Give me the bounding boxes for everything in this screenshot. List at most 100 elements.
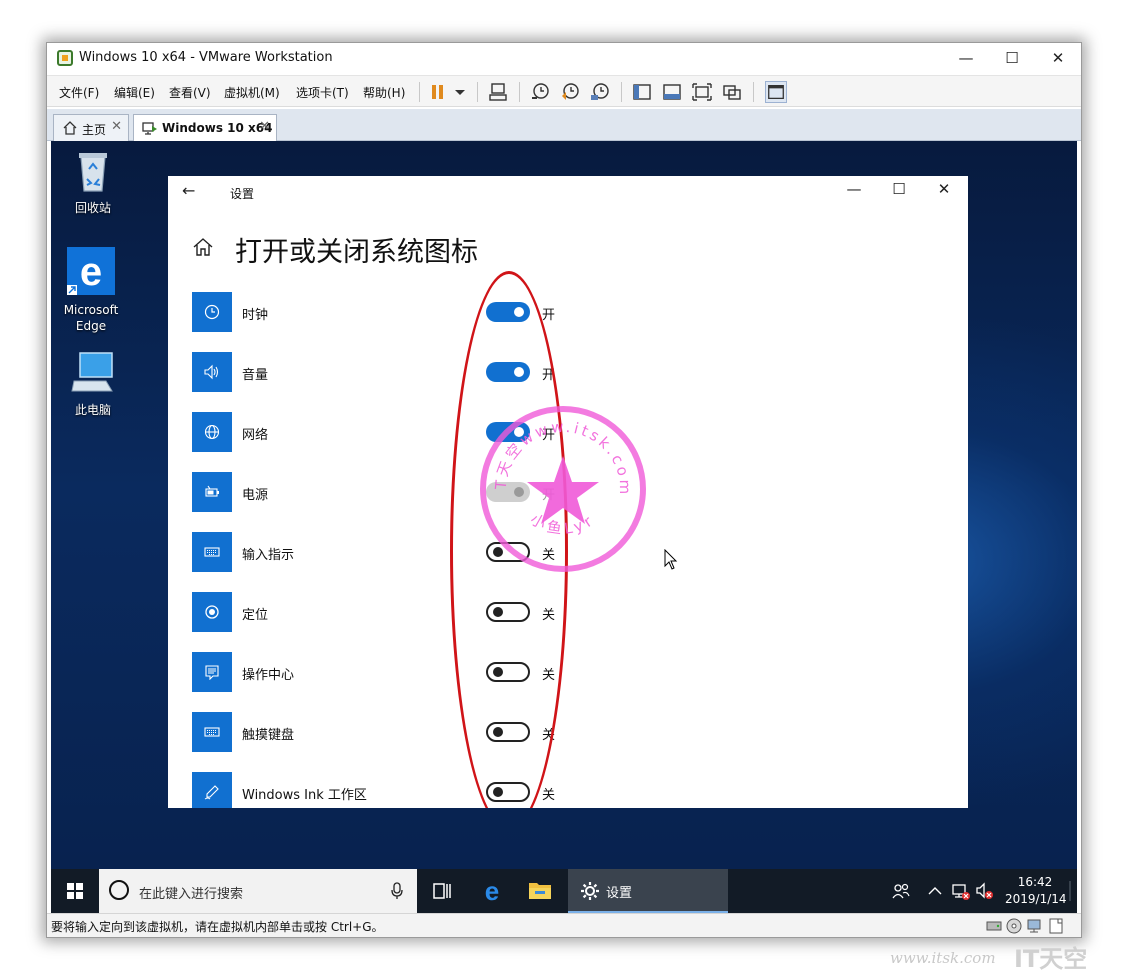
menu-tabs[interactable]: 选项卡(T) [296,84,349,101]
back-arrow-icon[interactable]: ← [182,181,195,200]
toggle-state: 开 [542,428,556,443]
tab-windows-10[interactable]: Windows 10 x64 ✕ [133,114,277,141]
toolbar-separator [419,82,420,102]
people-icon[interactable] [891,881,911,901]
chevron-up-icon[interactable] [927,881,943,901]
windows-start-icon[interactable] [51,869,99,913]
microphone-icon[interactable] [391,882,403,900]
desktop-icon-this-pc[interactable]: 此电脑 [53,351,133,418]
settings-window: ← 设置 — ☐ ✕ 打开或关闭系统图标 时钟 开 音量 开 网络 开 电源 开… [168,176,968,808]
watermark-url: www.itsk.com [890,949,996,967]
settings-maximize-button[interactable]: ☐ [879,180,919,198]
site-watermark: www.itsk.com IT天空 [890,945,1087,973]
globe-icon [192,412,232,452]
tab-home-close-icon[interactable]: ✕ [111,119,122,134]
toggle-knob [493,607,503,617]
power-toggle[interactable] [486,482,530,502]
taskbar-app-label: 设置 [606,886,633,901]
pause-dropdown-icon[interactable] [449,81,471,103]
snapshot-icon[interactable] [529,81,551,103]
touch-keyboard-toggle[interactable] [486,722,530,742]
edge-icon: e [67,247,115,295]
toggle-knob [514,307,524,317]
taskbar: 在此键入进行搜索 e 设置 16:42 2019/1/14 [51,869,1077,913]
row-label: 触摸键盘 [242,728,295,743]
show-library-icon[interactable] [631,81,653,103]
toggle-knob [493,547,503,557]
unity-icon[interactable] [721,81,743,103]
snapshot-manager-icon[interactable] [589,81,611,103]
revert-snapshot-icon[interactable] [559,81,581,103]
toggle-knob [493,667,503,677]
row-clock: 时钟 开 [192,292,952,332]
input-indicator-toggle[interactable] [486,542,530,562]
row-label: 音量 [242,368,269,383]
vmware-titlebar[interactable]: Windows 10 x64 - VMware Workstation — ☐ … [47,43,1081,73]
desktop-icon-label: Microsoft Edge [63,303,119,333]
menu-help[interactable]: 帮助(H) [363,84,405,101]
gear-icon [581,882,599,900]
console-view-icon[interactable] [765,81,787,103]
row-power: 电源 开 [192,472,952,512]
desktop-icon-recycle-bin[interactable]: 回收站 [53,149,133,216]
taskbar-edge-icon[interactable]: e [469,869,515,913]
clock-toggle[interactable] [486,302,530,322]
taskbar-clock[interactable]: 16:42 2019/1/14 [1005,874,1067,908]
show-desktop-edge[interactable] [1069,881,1077,901]
vmware-minimize-button[interactable]: — [943,43,989,73]
toggle-state: 关 [542,548,556,563]
toggle-knob [514,487,524,497]
tab-windows-10-label: Windows 10 x64 [162,121,273,135]
taskbar-settings-app[interactable]: 设置 [568,869,728,913]
row-label: 网络 [242,428,269,443]
toggle-knob [493,727,503,737]
network-toggle[interactable] [486,422,530,442]
vmware-maximize-button[interactable]: ☐ [989,43,1035,73]
guest-desktop[interactable]: 回收站 e Microsoft Edge 此电脑 ← 设置 — ☐ ✕ 打开或关… [51,141,1077,913]
keyboard-icon [192,532,232,572]
network-adapter-icon[interactable] [1025,917,1043,935]
message-log-icon[interactable] [1047,917,1065,935]
hard-disk-icon[interactable] [985,917,1003,935]
toggle-state: 关 [542,788,556,803]
row-label: 定位 [242,608,269,623]
desktop-icon-edge[interactable]: e Microsoft Edge [51,247,131,334]
vmware-title: Windows 10 x64 - VMware Workstation [79,50,333,65]
volume-muted-icon[interactable] [975,881,995,901]
vmware-tabbar: 主页 ✕ Windows 10 x64 ✕ [47,109,1081,141]
action-center-toggle[interactable] [486,662,530,682]
row-label: 电源 [242,488,269,503]
settings-home-icon[interactable] [192,236,214,258]
settings-minimize-button[interactable]: — [834,180,874,198]
pause-icon[interactable] [427,81,449,103]
taskbar-search-box[interactable]: 在此键入进行搜索 [99,869,417,913]
toggle-state: 关 [542,668,556,683]
vmware-close-button[interactable]: ✕ [1035,43,1081,73]
volume-toggle[interactable] [486,362,530,382]
settings-close-button[interactable]: ✕ [924,180,964,198]
full-screen-icon[interactable] [691,81,713,103]
row-label: 时钟 [242,308,269,323]
toggle-state: 开 [542,488,556,503]
send-ctrl-alt-del-icon[interactable] [487,81,509,103]
row-label: 输入指示 [242,548,295,563]
menu-file[interactable]: 文件(F) [59,84,99,101]
row-location: 定位 关 [192,592,952,632]
location-toggle[interactable] [486,602,530,622]
menu-view[interactable]: 查看(V) [169,84,211,101]
vm-icon [142,122,157,135]
windows-ink-toggle[interactable] [486,782,530,802]
battery-icon [192,472,232,512]
tab-windows-10-close-icon[interactable]: ✕ [259,119,270,134]
task-view-icon[interactable] [419,869,465,913]
cd-drive-icon[interactable] [1005,917,1023,935]
row-windows-ink: Windows Ink 工作区 关 [192,772,952,808]
menu-edit[interactable]: 编辑(E) [114,84,155,101]
menu-vm[interactable]: 虚拟机(M) [224,84,280,101]
thumbnail-bar-icon[interactable] [661,81,683,103]
vmware-window: Windows 10 x64 - VMware Workstation — ☐ … [46,42,1082,938]
network-disconnected-icon[interactable] [951,881,971,901]
tab-home[interactable]: 主页 ✕ [53,114,129,141]
tab-home-label: 主页 [82,123,107,137]
file-explorer-icon[interactable] [517,869,563,913]
